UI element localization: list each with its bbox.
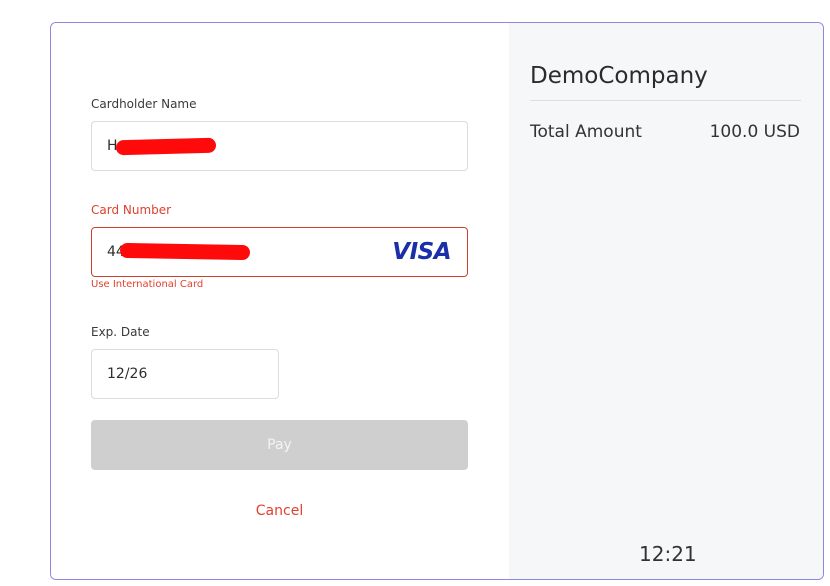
visa-icon: VISA [392,239,451,265]
redaction-mark [115,137,217,156]
summary-divider [530,100,801,101]
payment-card: Cardholder Name Card Number VISA Use Int… [50,22,824,580]
card-number-field[interactable]: VISA [91,227,468,277]
cardholder-name-field[interactable] [91,121,468,171]
company-name: DemoCompany [530,63,708,89]
redaction-mark [119,242,251,261]
order-summary: DemoCompany Total Amount 100.0 USD 12:21 [509,23,823,579]
exp-date-field[interactable] [91,349,279,399]
exp-date-label: Exp. Date [91,325,150,339]
total-amount-label: Total Amount [530,122,642,142]
cardholder-name-label: Cardholder Name [91,97,197,111]
total-amount-value: 100.0 USD [709,122,800,142]
session-timer: 12:21 [639,542,697,566]
cancel-link[interactable]: Cancel [91,503,468,519]
card-number-hint: Use International Card [91,279,204,290]
exp-date-input[interactable] [107,366,278,382]
payment-form: Cardholder Name Card Number VISA Use Int… [51,23,509,579]
pay-button[interactable]: Pay [91,420,468,470]
card-number-label: Card Number [91,203,172,217]
